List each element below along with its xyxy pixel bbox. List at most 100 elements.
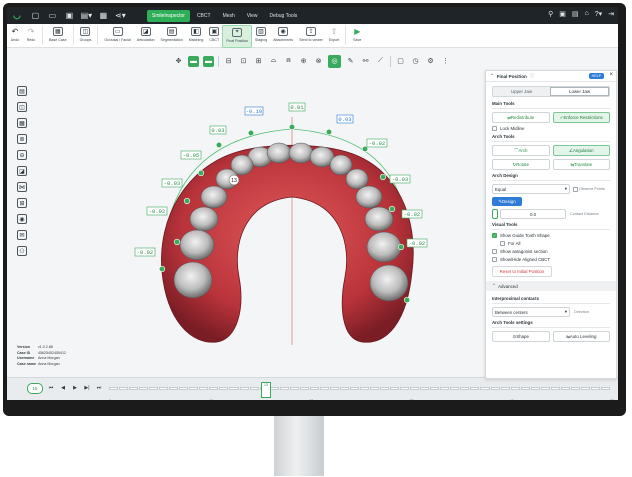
tab-cbct[interactable]: CBCT xyxy=(192,10,216,22)
timeline-step[interactable] xyxy=(510,387,520,390)
articulation-button[interactable]: ◪ Articulation xyxy=(134,25,158,46)
tooth[interactable] xyxy=(369,264,409,302)
timeline-step[interactable] xyxy=(430,387,440,390)
timeline-step[interactable] xyxy=(560,387,570,390)
tab-smileinspector[interactable]: SmileInspector xyxy=(146,9,190,22)
timeline-step[interactable] xyxy=(440,387,450,390)
tooth[interactable] xyxy=(179,229,215,261)
arch-button[interactable]: ⌒ Arch xyxy=(492,145,550,156)
export-icon[interactable]: ▤▾ xyxy=(80,11,93,21)
timeline-step[interactable] xyxy=(289,387,299,390)
first-step-icon[interactable]: ⏮ xyxy=(47,384,55,392)
arch-upper-icon[interactable]: ⌓ xyxy=(268,56,279,67)
redistribute-button[interactable]: ⇄ Redistribute xyxy=(492,112,550,123)
timeline-step[interactable] xyxy=(470,387,480,390)
tab-upper-jaw[interactable]: Upper Jaw xyxy=(493,87,550,96)
timeline-step[interactable] xyxy=(590,387,600,390)
control-point[interactable] xyxy=(215,141,223,149)
shape-button[interactable]: ⊙ Shape xyxy=(492,331,550,342)
more-icon[interactable]: ⋮ xyxy=(440,56,451,67)
timeline-step[interactable] xyxy=(580,387,590,390)
timeline-step[interactable] xyxy=(119,387,129,390)
angulation-button[interactable]: ∠ Angulation xyxy=(552,145,610,156)
cbct-button[interactable]: ▣ CBCT xyxy=(206,25,222,46)
ruler-icon[interactable]: ◫ xyxy=(17,102,27,112)
timeline-step[interactable] xyxy=(339,387,349,390)
attach-icon[interactable]: ⚯ xyxy=(360,56,371,67)
next-step-icon[interactable]: ▶| xyxy=(83,384,91,392)
export-button[interactable]: ⇧ Export xyxy=(326,25,342,46)
new-file-icon[interactable]: ▢ xyxy=(29,11,42,21)
control-point[interactable] xyxy=(403,296,411,304)
layers-icon[interactable]: ▤ xyxy=(17,86,27,96)
tooth-grid-icon[interactable]: ▦ xyxy=(17,118,27,128)
final-position-button[interactable]: ⌖ Final Position xyxy=(222,25,252,48)
timeline-step[interactable] xyxy=(179,387,189,390)
control-point[interactable] xyxy=(379,173,387,181)
collapse-icon[interactable]: ⌃ xyxy=(490,73,494,79)
measure-icon[interactable]: ⟋ xyxy=(375,56,386,67)
redo-button[interactable]: ↷ Redo xyxy=(23,25,39,46)
help-badge[interactable]: HELP xyxy=(588,73,604,79)
auto-leveling-button[interactable]: ⇋ Auto Leveling xyxy=(552,331,610,342)
superimpose-icon[interactable]: ◪ xyxy=(17,166,27,176)
timeline-step[interactable] xyxy=(319,387,329,390)
timeline-step[interactable] xyxy=(349,387,359,390)
tooth[interactable] xyxy=(189,206,219,232)
timeline-step[interactable] xyxy=(480,387,490,390)
hierarchy-icon[interactable]: ⌂ xyxy=(584,10,588,18)
timeline-step[interactable] xyxy=(400,387,410,390)
control-point[interactable] xyxy=(158,265,166,273)
advanced-section-toggle[interactable]: ⌃ Advanced xyxy=(486,281,616,291)
tooth[interactable] xyxy=(173,261,213,299)
tooth-select-icon[interactable]: ◎ xyxy=(328,54,341,68)
save-button[interactable]: ▶ Save xyxy=(349,25,365,46)
tooth[interactable] xyxy=(288,142,314,164)
rotate-button[interactable]: ↻ Rotate xyxy=(492,159,550,170)
help-icon[interactable]: ?▾ xyxy=(595,10,602,18)
tab-lower-jaw[interactable]: Lower Jaw xyxy=(550,87,609,96)
cross-section-icon[interactable]: ⊖ xyxy=(17,150,27,160)
tooth[interactable] xyxy=(366,231,402,263)
timeline-step[interactable] xyxy=(219,387,229,390)
groups-button[interactable]: ◫ Groups xyxy=(77,25,95,46)
interproximal-select[interactable]: Between centers ▾ xyxy=(492,307,570,317)
tooth-front-icon[interactable]: ⊞ xyxy=(253,56,264,67)
timeline-step[interactable] xyxy=(249,387,259,390)
timeline-step[interactable] xyxy=(199,387,209,390)
control-point[interactable] xyxy=(388,205,396,213)
tab-debug-tools[interactable]: Debug Tools xyxy=(265,10,303,22)
timeline-step[interactable] xyxy=(520,387,530,390)
timeline-step[interactable] xyxy=(490,387,500,390)
timeline-step[interactable] xyxy=(530,387,540,390)
control-point[interactable] xyxy=(183,197,191,205)
share-icon[interactable]: ⋖▾ xyxy=(114,11,127,21)
info-icon[interactable]: ⓘ xyxy=(530,73,534,79)
lower-view-icon[interactable]: ▬ xyxy=(203,55,214,67)
timeline-step[interactable] xyxy=(360,387,370,390)
contact-distance-input[interactable]: 0.0 xyxy=(500,209,566,219)
timeline-step[interactable] xyxy=(380,387,390,390)
timeline-step[interactable] xyxy=(229,387,239,390)
screenshot-icon[interactable]: ▣ xyxy=(559,10,566,18)
send-to-viewer-button[interactable]: ⇪ Send to viewer xyxy=(296,25,326,46)
timeline-step[interactable] xyxy=(570,387,580,390)
open-folder-icon[interactable]: ▭ xyxy=(46,11,59,21)
checklist-icon[interactable]: ≣ xyxy=(17,134,27,144)
tooth[interactable] xyxy=(345,168,369,190)
occlusal-facial-button[interactable]: ▭ Occlusal / Facial xyxy=(101,25,133,46)
jaw-view-icon[interactable]: ▬ xyxy=(188,55,199,67)
dental-arch-viewport[interactable]: 13 -0.10 0.01 0.03 0.03 -0.02 -0.05 -0.0… xyxy=(107,97,467,357)
show-guide-row[interactable]: ✓ Show Guide Tooth Shape xyxy=(492,233,610,238)
show-cbct-checkbox[interactable] xyxy=(492,257,497,262)
settings-icon[interactable]: ⚙ xyxy=(425,56,436,67)
prev-step-icon[interactable]: ◀ xyxy=(59,384,67,392)
tooth-side-icon[interactable]: ⊡ xyxy=(238,56,249,67)
for-all-row[interactable]: For All xyxy=(500,241,610,246)
clock-icon[interactable]: ◷ xyxy=(410,56,421,67)
timeline-step[interactable] xyxy=(390,387,400,390)
segmentation-button[interactable]: ▤ Segmentation xyxy=(158,25,186,46)
arch-shape-select[interactable]: Equal ▾ xyxy=(492,184,570,194)
timeline-track[interactable]: 0 10 20 30 40 50 13 xyxy=(109,382,614,400)
search-icon[interactable]: ⚲ xyxy=(548,10,553,18)
